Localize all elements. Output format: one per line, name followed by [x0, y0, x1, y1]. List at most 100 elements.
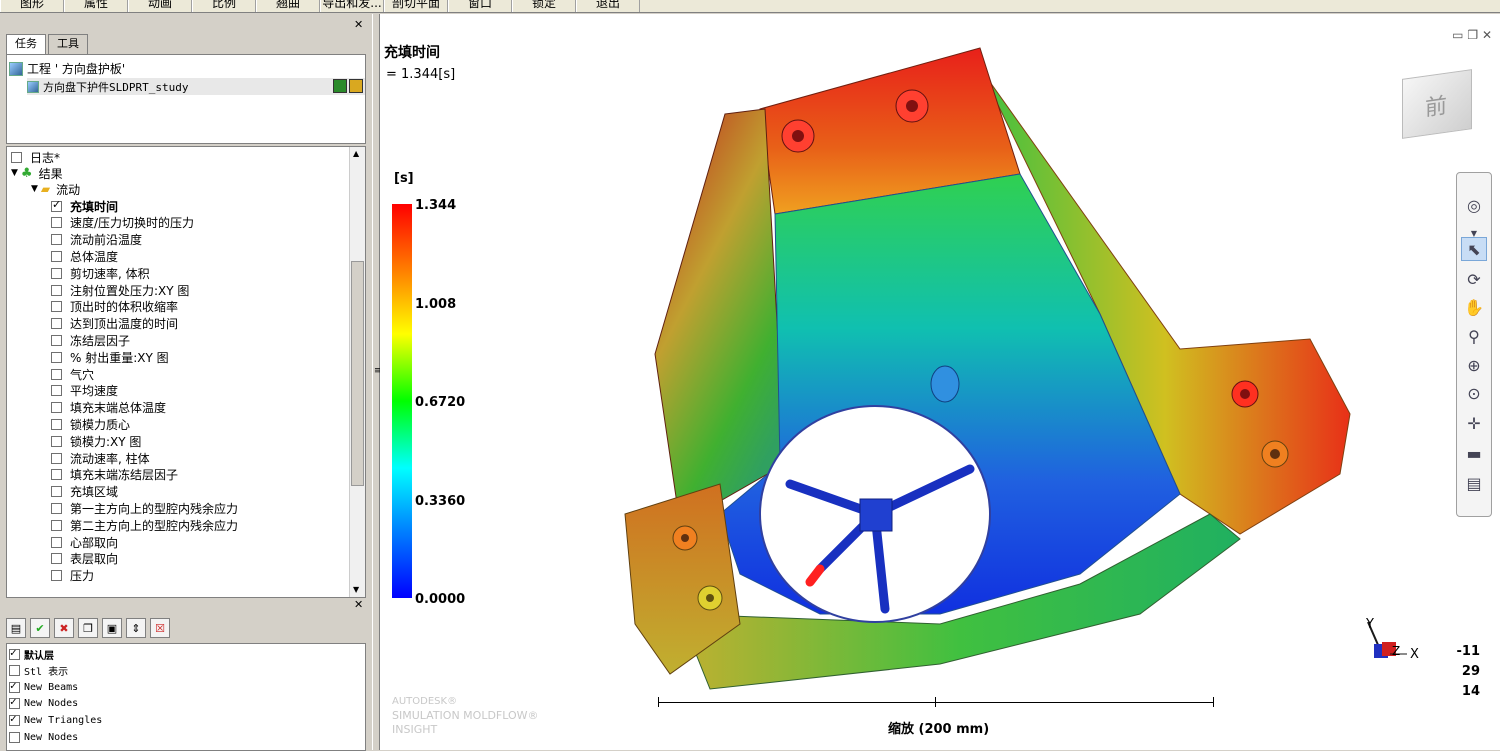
- result-item[interactable]: 第一主方向上的型腔内残余应力: [51, 500, 238, 516]
- zoom-window-icon[interactable]: ⊕: [1461, 353, 1487, 377]
- tree-results[interactable]: ▼ ♣ 结果: [11, 165, 63, 181]
- view-cube[interactable]: 前: [1402, 69, 1472, 139]
- result-checkbox[interactable]: [51, 217, 62, 229]
- result-checkbox[interactable]: [51, 435, 62, 447]
- study-enter-icon[interactable]: [333, 79, 347, 93]
- result-item[interactable]: 速度/压力切换时的压力: [51, 215, 194, 231]
- result-checkbox[interactable]: [51, 385, 62, 397]
- close-icon[interactable]: ✕: [354, 18, 363, 31]
- clear-layer-icon[interactable]: ☒: [150, 618, 170, 638]
- result-checkbox[interactable]: [51, 519, 62, 531]
- zoom-icon[interactable]: ⚲: [1461, 324, 1487, 348]
- layer-item[interactable]: 默认层: [9, 646, 54, 662]
- result-item[interactable]: 表层取向: [51, 551, 118, 567]
- result-checkbox[interactable]: [51, 536, 62, 548]
- menu-graphics[interactable]: 图形: [0, 0, 64, 12]
- menu-clipping-plane[interactable]: 剖切平面: [384, 0, 448, 12]
- result-checkbox[interactable]: [51, 234, 62, 246]
- layer-checkbox[interactable]: [9, 679, 20, 693]
- result-item[interactable]: 锁模力质心: [51, 416, 130, 432]
- result-item[interactable]: 充填区域: [51, 484, 118, 500]
- layer-item[interactable]: New Beams: [9, 679, 78, 695]
- scroll-thumb[interactable]: [351, 261, 364, 486]
- result-checkbox[interactable]: [51, 267, 62, 279]
- result-item[interactable]: 总体温度: [51, 248, 118, 264]
- log-checkbox[interactable]: [11, 151, 22, 163]
- model-viewport[interactable]: 充填时间 = 1.344[s] ▭ ❐ ✕ [s] 1.344 1.008 0.…: [380, 14, 1500, 750]
- menu-scale[interactable]: 比例: [192, 0, 256, 12]
- chevron-down-icon[interactable]: ▼: [31, 184, 38, 194]
- scroll-up-icon[interactable]: ▲: [353, 149, 359, 158]
- result-checkbox[interactable]: [51, 318, 62, 330]
- result-item[interactable]: 冻结层因子: [51, 332, 130, 348]
- rotate-icon[interactable]: ⟳: [1461, 267, 1487, 291]
- measure-icon[interactable]: ▬: [1461, 441, 1487, 465]
- new-layer-icon[interactable]: ▤: [6, 618, 26, 638]
- result-item[interactable]: % 射出重量:XY 图: [51, 349, 169, 365]
- expand-layer-icon[interactable]: ⇕: [126, 618, 146, 638]
- panel-splitter[interactable]: ≡: [372, 14, 382, 750]
- result-checkbox[interactable]: [51, 301, 62, 313]
- scroll-down-icon[interactable]: ▼: [353, 585, 359, 594]
- result-item[interactable]: 剪切速率, 体积: [51, 265, 150, 281]
- result-item[interactable]: 锁模力:XY 图: [51, 433, 141, 449]
- result-item[interactable]: 心部取向: [51, 534, 118, 550]
- result-item[interactable]: 顶出时的体积收缩率: [51, 299, 178, 315]
- result-item[interactable]: 填充末端冻结层因子: [51, 467, 178, 483]
- result-checkbox[interactable]: [51, 402, 62, 414]
- study-node[interactable]: 方向盘下护件SLDPRT_study: [27, 78, 365, 95]
- layer-item[interactable]: Stl 表示: [9, 663, 68, 679]
- activate-layer-icon[interactable]: ✔: [30, 618, 50, 638]
- layer-item[interactable]: New Triangles: [9, 712, 102, 728]
- layer-checkbox[interactable]: [9, 646, 20, 660]
- result-checkbox[interactable]: [51, 284, 62, 296]
- result-item[interactable]: 充填时间: [51, 198, 118, 214]
- center-icon[interactable]: ✛: [1461, 411, 1487, 435]
- tab-tools[interactable]: 工具: [48, 34, 88, 54]
- result-checkbox[interactable]: [51, 368, 62, 380]
- tree-flow[interactable]: ▼ ▰ 流动: [31, 181, 80, 197]
- result-checkbox[interactable]: [51, 250, 62, 262]
- menu-export[interactable]: 导出和发...: [320, 0, 384, 12]
- result-checkbox[interactable]: [51, 452, 62, 464]
- result-item[interactable]: 平均速度: [51, 383, 118, 399]
- result-checkbox[interactable]: [51, 486, 62, 498]
- delete-layer-icon[interactable]: ✖: [54, 618, 74, 638]
- tab-tasks[interactable]: 任务: [6, 34, 46, 55]
- result-checkbox[interactable]: [51, 418, 62, 430]
- result-item[interactable]: 填充末端总体温度: [51, 400, 166, 416]
- menu-lock[interactable]: 锁定: [512, 0, 576, 12]
- tree-scrollbar[interactable]: ▲ ▼: [349, 147, 365, 597]
- project-node[interactable]: 工程 ' 方向盘护板': [9, 60, 125, 77]
- result-item[interactable]: 流动速率, 柱体: [51, 450, 150, 466]
- tree-log[interactable]: 日志*: [11, 149, 60, 165]
- result-checkbox[interactable]: [51, 553, 62, 565]
- menu-exit[interactable]: 退出: [576, 0, 640, 12]
- layer-display-icon[interactable]: ▣: [102, 618, 122, 638]
- menu-window[interactable]: 窗口: [448, 0, 512, 12]
- layer-checkbox[interactable]: [9, 695, 20, 710]
- select-icon[interactable]: ⬉: [1461, 237, 1487, 261]
- menu-animation[interactable]: 动画: [128, 0, 192, 12]
- layer-item[interactable]: New Nodes: [9, 695, 78, 712]
- result-item[interactable]: 达到顶出温度的时间: [51, 316, 178, 332]
- result-checkbox[interactable]: [51, 198, 62, 212]
- pan-icon[interactable]: ✋: [1461, 295, 1487, 319]
- result-checkbox[interactable]: [51, 469, 62, 481]
- menu-warp[interactable]: 翘曲: [256, 0, 320, 12]
- steering-wheel-icon[interactable]: ◎: [1461, 193, 1487, 217]
- result-checkbox[interactable]: [51, 570, 62, 582]
- query-icon[interactable]: ▤: [1461, 471, 1487, 495]
- result-item[interactable]: 气穴: [51, 366, 94, 382]
- chevron-down-icon[interactable]: ▼: [11, 168, 18, 178]
- result-checkbox[interactable]: [51, 334, 62, 346]
- result-item[interactable]: 压力: [51, 568, 94, 584]
- result-checkbox[interactable]: [51, 351, 62, 363]
- zoom-fit-icon[interactable]: ⊙: [1461, 381, 1487, 405]
- close-icon[interactable]: ✕: [354, 598, 363, 611]
- layer-checkbox[interactable]: [9, 712, 20, 726]
- layer-properties-icon[interactable]: ❐: [78, 618, 98, 638]
- result-checkbox[interactable]: [51, 502, 62, 514]
- layer-item[interactable]: New Nodes: [9, 729, 78, 745]
- study-action-icon[interactable]: [349, 79, 363, 93]
